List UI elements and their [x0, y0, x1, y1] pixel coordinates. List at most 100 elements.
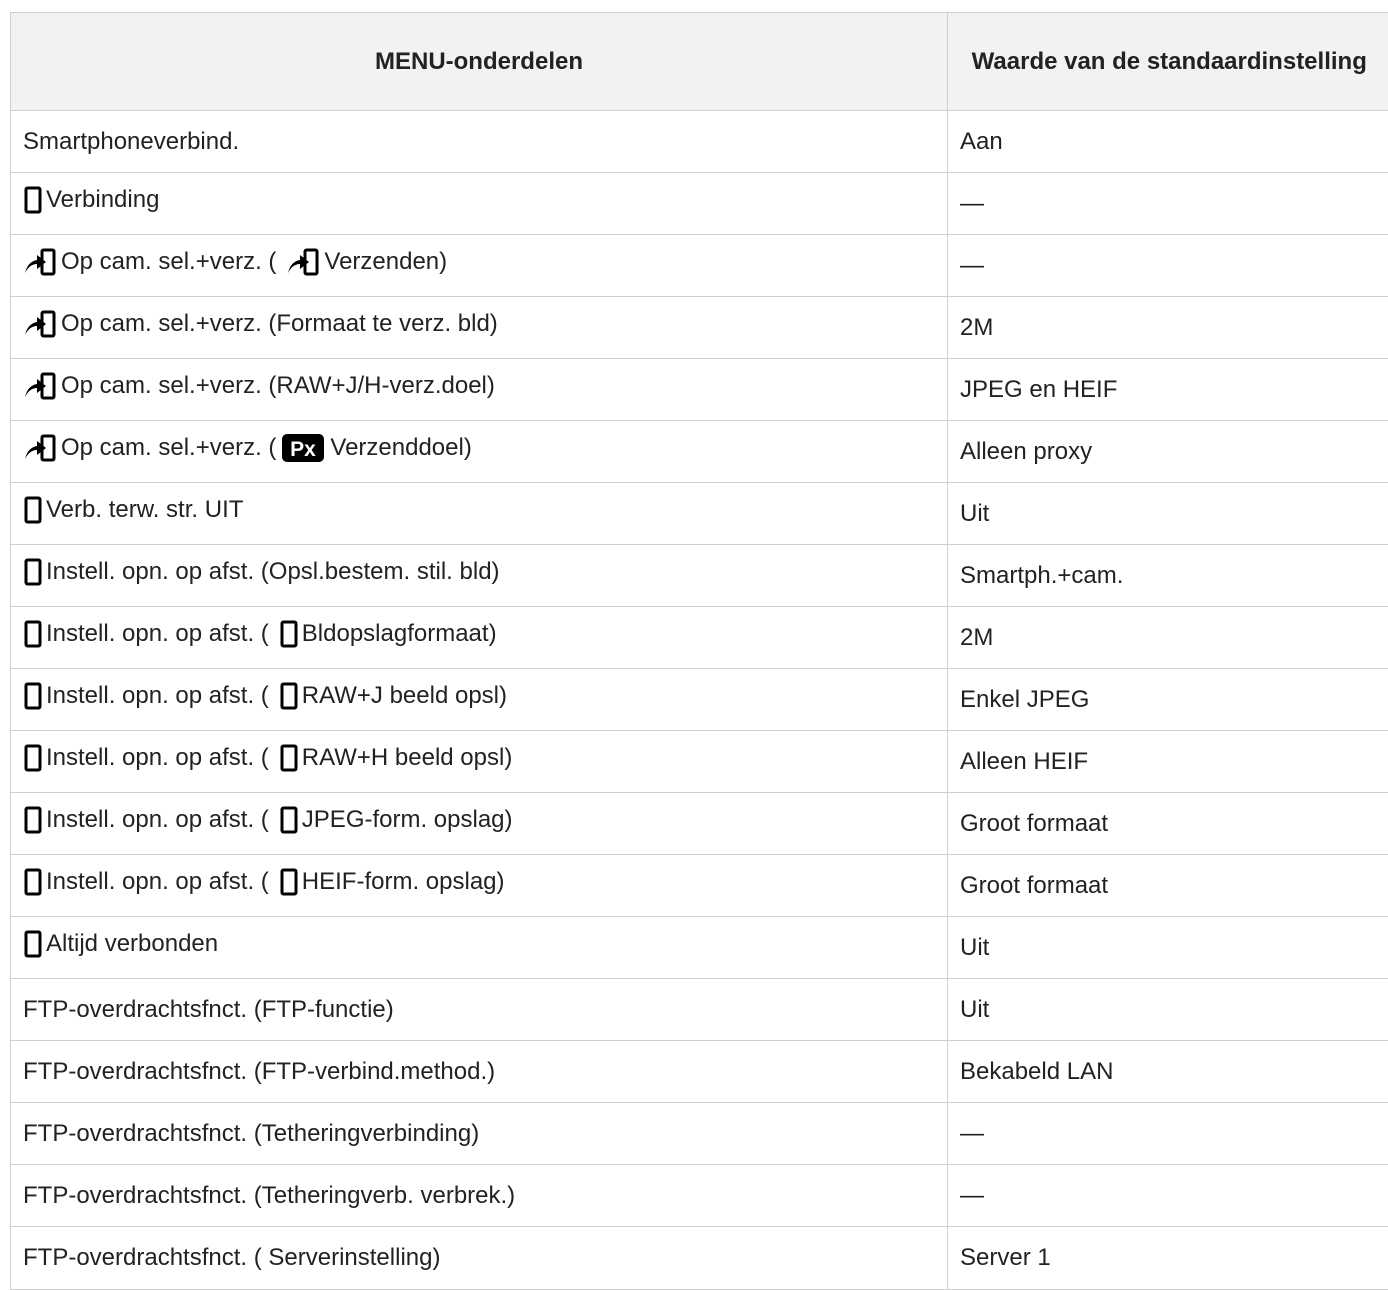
menu-item-text: Smartphoneverbind.: [23, 128, 239, 156]
menu-item-cell: Instell. opn. op afst. ( RAW+J beeld opsl…: [11, 669, 948, 731]
table-row: FTP-overdrachtsfnct. (Tetheringverbindin…: [11, 1103, 1388, 1165]
menu-item-label: Instell. opn. op afst. (HEIF-form. opsla…: [23, 868, 505, 896]
menu-item-text: Op cam. sel.+verz. (RAW+J/H-verz.doel): [61, 372, 495, 400]
smartphone-icon: [280, 868, 298, 896]
menu-item-label: Op cam. sel.+verz. ( Verzenden): [23, 247, 447, 277]
menu-item-cell: FTP-overdrachtsfnct. (FTP-functie): [11, 979, 948, 1041]
menu-item-label: Verbinding: [23, 186, 159, 214]
menu-item-text: Verzenden): [324, 248, 447, 276]
table-row: FTP-overdrachtsfnct. (FTP-functie) Uit: [11, 979, 1388, 1041]
default-value-cell: Server 1: [948, 1227, 1388, 1290]
table-header-row: MENU-onderdelen Waarde van de standaardi…: [11, 13, 1388, 111]
smartphone-icon: [24, 806, 42, 834]
smartphone-icon: [24, 744, 42, 772]
menu-item-label: Instell. opn. op afst. ( RAW+J beeld opsl…: [23, 682, 507, 710]
menu-item-label: Smartphoneverbind.: [23, 128, 239, 156]
menu-item-text: Instell. opn. op afst. (: [46, 682, 269, 710]
menu-item-cell: Instell. opn. op afst. (Bldopslagformaat…: [11, 607, 948, 669]
default-value-cell: —: [948, 1103, 1388, 1165]
default-value-cell: Alleen HEIF: [948, 731, 1388, 793]
menu-item-label: Op cam. sel.+verz. (RAW+J/H-verz.doel): [23, 371, 495, 401]
table-row: Verbinding—: [11, 173, 1388, 235]
menu-item-label: FTP-overdrachtsfnct. (FTP-functie): [23, 996, 394, 1024]
menu-item-text: Verzenddoel): [330, 434, 471, 462]
default-value-cell: Uit: [948, 917, 1388, 979]
table-row: FTP-overdrachtsfnct. (Tetheringverb. ver…: [11, 1165, 1388, 1227]
menu-item-text: Instell. opn. op afst. (: [46, 744, 269, 772]
send-to-smartphone-icon: [23, 247, 57, 277]
menu-item-label: FTP-overdrachtsfnct. ( Serverinstelling): [23, 1244, 440, 1272]
default-value-cell: —: [948, 235, 1388, 297]
menu-item-text: Altijd verbonden: [46, 930, 218, 958]
menu-item-text: RAW+H beeld opsl): [302, 744, 513, 772]
smartphone-icon: [24, 868, 42, 896]
svg-text:Px: Px: [291, 438, 317, 461]
menu-item-text: Instell. opn. op afst. (: [46, 620, 269, 648]
menu-item-text: JPEG-form. opslag): [302, 806, 513, 834]
menu-item-cell: Instell. opn. op afst. (Opsl.bestem. sti…: [11, 545, 948, 607]
menu-item-cell: FTP-overdrachtsfnct. ( Serverinstelling): [11, 1227, 948, 1290]
proxy-icon: Px: [282, 434, 324, 462]
smartphone-icon: [24, 186, 42, 214]
table-row: Instell. opn. op afst. ( RAW+H beeld opsl…: [11, 731, 1388, 793]
smartphone-icon: [280, 682, 298, 710]
menu-item-cell: Verbinding: [11, 173, 948, 235]
menu-item-text: FTP-overdrachtsfnct. ( Serverinstelling): [23, 1244, 440, 1272]
menu-item-cell: Smartphoneverbind.: [11, 111, 948, 173]
menu-item-label: Op cam. sel.+verz. (Formaat te verz. bld…: [23, 309, 498, 339]
default-value-cell: —: [948, 1165, 1388, 1227]
menu-item-label: FTP-overdrachtsfnct. (Tetheringverbindin…: [23, 1120, 479, 1148]
smartphone-icon: [24, 558, 42, 586]
default-value-cell: Groot formaat: [948, 793, 1388, 855]
menu-item-cell: Op cam. sel.+verz. ( Px Verzenddoel): [11, 421, 948, 483]
table-row: Smartphoneverbind.Aan: [11, 111, 1388, 173]
default-value-cell: Enkel JPEG: [948, 669, 1388, 731]
menu-item-text: Op cam. sel.+verz. (Formaat te verz. bld…: [61, 310, 498, 338]
smartphone-icon: [280, 620, 298, 648]
menu-item-text: Op cam. sel.+verz. (: [61, 434, 276, 462]
menu-item-cell: Instell. opn. op afst. (HEIF-form. opsla…: [11, 855, 948, 917]
smartphone-icon: [280, 806, 298, 834]
table-row: Verb. terw. str. UIT Uit: [11, 483, 1388, 545]
default-value-cell: Uit: [948, 483, 1388, 545]
menu-item-label: FTP-overdrachtsfnct. (Tetheringverb. ver…: [23, 1182, 515, 1210]
default-value-cell: Bekabeld LAN: [948, 1041, 1388, 1103]
menu-item-text: Op cam. sel.+verz. (: [61, 248, 276, 276]
menu-item-text: Instell. opn. op afst. (: [46, 868, 269, 896]
menu-item-label: Op cam. sel.+verz. ( Px Verzenddoel): [23, 433, 472, 463]
smartphone-icon: [280, 744, 298, 772]
menu-item-label: Verb. terw. str. UIT: [23, 496, 243, 524]
menu-item-cell: FTP-overdrachtsfnct. (Tetheringverb. ver…: [11, 1165, 948, 1227]
table-row: Op cam. sel.+verz. (RAW+J/H-verz.doel)JP…: [11, 359, 1388, 421]
default-value-cell: Alleen proxy: [948, 421, 1388, 483]
table-row: FTP-overdrachtsfnct. (FTP-verbind.method…: [11, 1041, 1388, 1103]
menu-item-text: FTP-overdrachtsfnct. (FTP-functie): [23, 996, 394, 1024]
settings-table-container: MENU-onderdelen Waarde van de standaardi…: [10, 12, 1388, 1290]
menu-item-text: Verb. terw. str. UIT: [46, 496, 243, 524]
menu-item-text: Verbinding: [46, 186, 159, 214]
menu-item-text: Instell. opn. op afst. (Opsl.bestem. sti…: [46, 558, 500, 586]
menu-item-cell: Op cam. sel.+verz. (Formaat te verz. bld…: [11, 297, 948, 359]
menu-item-cell: Op cam. sel.+verz. ( Verzenden): [11, 235, 948, 297]
menu-item-label: Instell. opn. op afst. (JPEG-form. opsla…: [23, 806, 513, 834]
send-to-smartphone-icon: [23, 433, 57, 463]
menu-item-cell: Verb. terw. str. UIT: [11, 483, 948, 545]
default-value-cell: 2M: [948, 607, 1388, 669]
send-to-smartphone-icon: [23, 309, 57, 339]
header-menu-items: MENU-onderdelen: [11, 13, 948, 111]
smartphone-icon: [24, 496, 42, 524]
menu-item-cell: Instell. opn. op afst. (JPEG-form. opsla…: [11, 793, 948, 855]
table-row: Instell. opn. op afst. (HEIF-form. opsla…: [11, 855, 1388, 917]
table-body: Smartphoneverbind.AanVerbinding—Op cam. …: [11, 111, 1388, 1290]
menu-item-cell: Op cam. sel.+verz. (RAW+J/H-verz.doel): [11, 359, 948, 421]
default-value-cell: 2M: [948, 297, 1388, 359]
menu-item-label: FTP-overdrachtsfnct. (FTP-verbind.method…: [23, 1058, 495, 1086]
default-settings-table: MENU-onderdelen Waarde van de standaardi…: [10, 12, 1388, 1290]
table-row: Op cam. sel.+verz. ( Px Verzenddoel) Alleen…: [11, 421, 1388, 483]
table-row: Instell. opn. op afst. (Opsl.bestem. sti…: [11, 545, 1388, 607]
menu-item-cell: Altijd verbonden: [11, 917, 948, 979]
smartphone-icon: [24, 930, 42, 958]
default-value-cell: Uit: [948, 979, 1388, 1041]
menu-item-text: RAW+J beeld opsl): [302, 682, 507, 710]
smartphone-icon: [24, 620, 42, 648]
